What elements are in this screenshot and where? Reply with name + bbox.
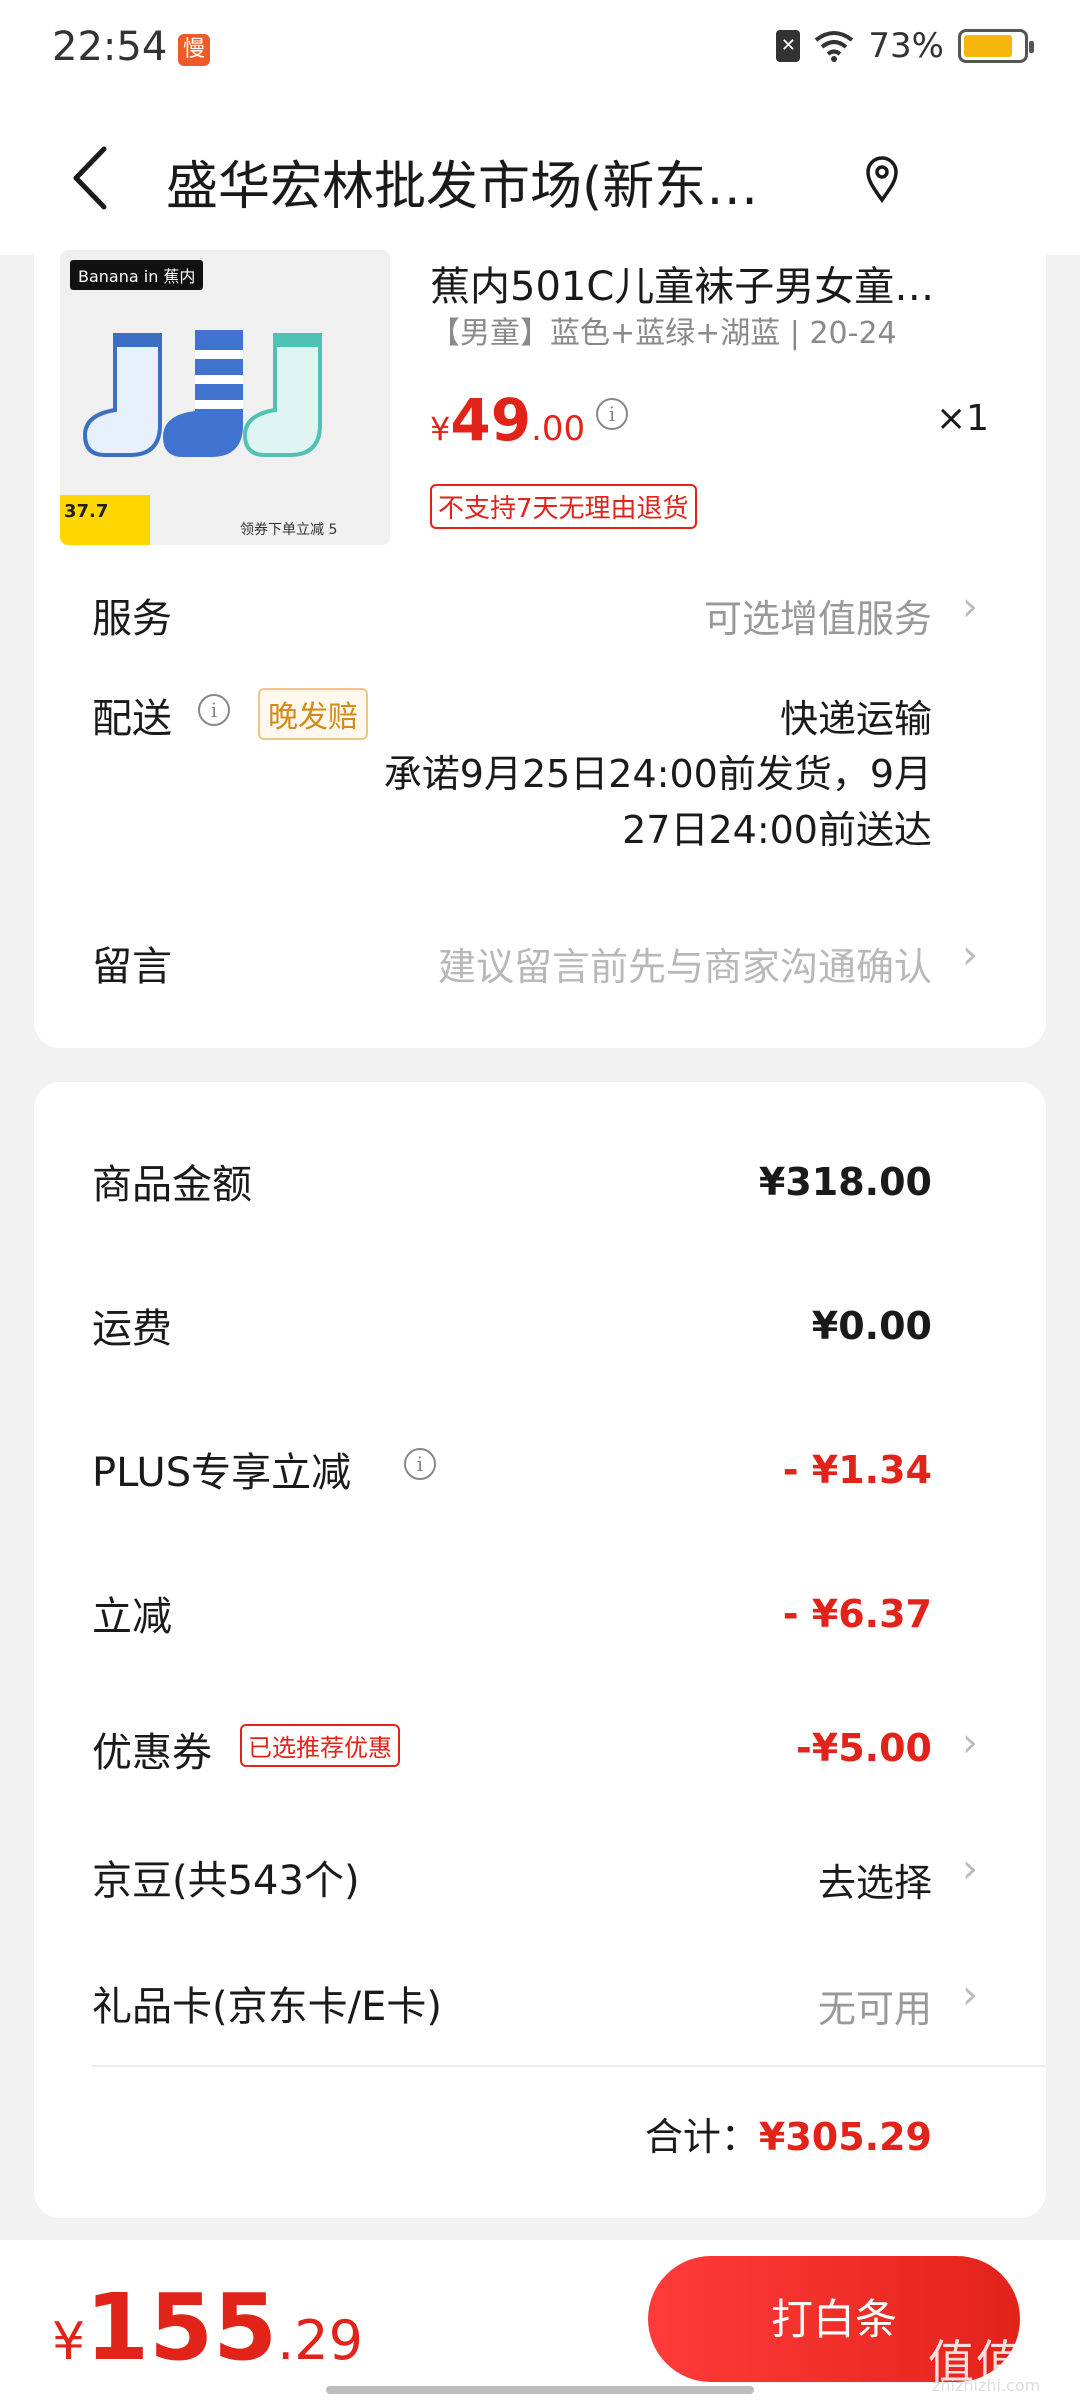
back-button[interactable] — [60, 138, 120, 218]
goods-amount-label: 商品金额 — [92, 1162, 252, 1208]
product-thumbnail[interactable]: Banana in 蕉内 37.7 领券下单立减 5 — [60, 250, 390, 545]
delivery-method[interactable]: 快递运输 — [780, 688, 932, 743]
delivery-info-icon[interactable]: i — [198, 694, 230, 726]
sim-icon: ✕ — [776, 30, 801, 62]
shipping-value: ¥0.00 — [811, 1304, 932, 1348]
home-indicator[interactable] — [326, 2386, 754, 2394]
watermark-url: zhizhizhi.com — [932, 2376, 1041, 2395]
plus-discount-label: PLUS专享立减 — [92, 1450, 352, 1496]
product-name[interactable]: 蕉内501C儿童袜子男女童… — [430, 254, 934, 312]
battery-percent: 73% — [868, 26, 944, 66]
order-total: 合计：¥305.29 — [644, 2115, 932, 2159]
coupon-label: 优惠券 — [92, 1730, 212, 1776]
delivery-promise: 承诺9月25日24:00前发货，9月27日24:00前送达 — [383, 752, 932, 852]
thumbnail-price-tag: 37.7 — [60, 495, 150, 545]
clock: 22:54 — [52, 24, 168, 70]
coupon-value[interactable]: -¥5.00 — [796, 1726, 932, 1770]
chevron-left-icon — [73, 146, 107, 210]
thumbnail-promo: 领券下单立减 5 — [240, 522, 338, 538]
wifi-icon — [815, 31, 854, 62]
battery-icon — [958, 29, 1034, 63]
app-notification-icon: 慢 — [178, 34, 210, 66]
message-label: 留言 — [92, 944, 172, 990]
plus-info-icon[interactable]: i — [404, 1448, 436, 1480]
divider — [92, 2065, 1046, 2067]
jd-beans-value[interactable]: 去选择 — [818, 1852, 932, 1907]
chevron-right-icon[interactable]: › — [962, 1846, 978, 1892]
late-compensation-badge: 晚发赔 — [258, 688, 368, 740]
delivery-label: 配送 — [92, 696, 172, 742]
page-title: 盛华宏林批发市场(新东… — [166, 157, 759, 217]
price-info-icon[interactable]: i — [596, 398, 628, 430]
service-value[interactable]: 可选增值服务 — [704, 588, 932, 643]
plus-discount-value: - ¥1.34 — [782, 1448, 932, 1492]
gift-card-value[interactable]: 无可用 — [818, 1978, 932, 2033]
product-quantity: ×1 — [936, 398, 990, 439]
final-price: ¥155.29 — [52, 2274, 364, 2381]
message-input[interactable]: 建议留言前先与商家沟通确认 — [438, 936, 932, 991]
status-bar: 22:54 慢 ✕ 73% — [0, 0, 1080, 100]
no-return-badge: 不支持7天无理由退货 — [430, 484, 697, 529]
shipping-label: 运费 — [92, 1306, 172, 1352]
instant-discount-label: 立减 — [92, 1594, 172, 1640]
price-summary-card — [34, 1082, 1046, 2218]
service-label: 服务 — [92, 596, 172, 642]
instant-discount-value: - ¥6.37 — [782, 1592, 932, 1636]
chevron-right-icon[interactable]: › — [962, 1972, 978, 2018]
status-icons: ✕ 73% — [776, 26, 1034, 66]
product-spec: 【男童】蓝色+蓝绿+湖蓝 | 20-24 — [430, 316, 897, 351]
chevron-right-icon[interactable]: › — [962, 584, 978, 630]
goods-amount-value: ¥318.00 — [758, 1160, 932, 1204]
jd-beans-label: 京豆(共543个) — [92, 1858, 360, 1904]
gift-card-label: 礼品卡(京东卡/E卡) — [92, 1984, 442, 2030]
chevron-right-icon[interactable]: › — [962, 932, 978, 978]
coupon-badge: 已选推荐优惠 — [240, 1724, 400, 1767]
location-pin-icon[interactable] — [862, 154, 902, 204]
product-price: ¥49.00 — [430, 386, 586, 454]
chevron-right-icon[interactable]: › — [962, 1720, 978, 1766]
